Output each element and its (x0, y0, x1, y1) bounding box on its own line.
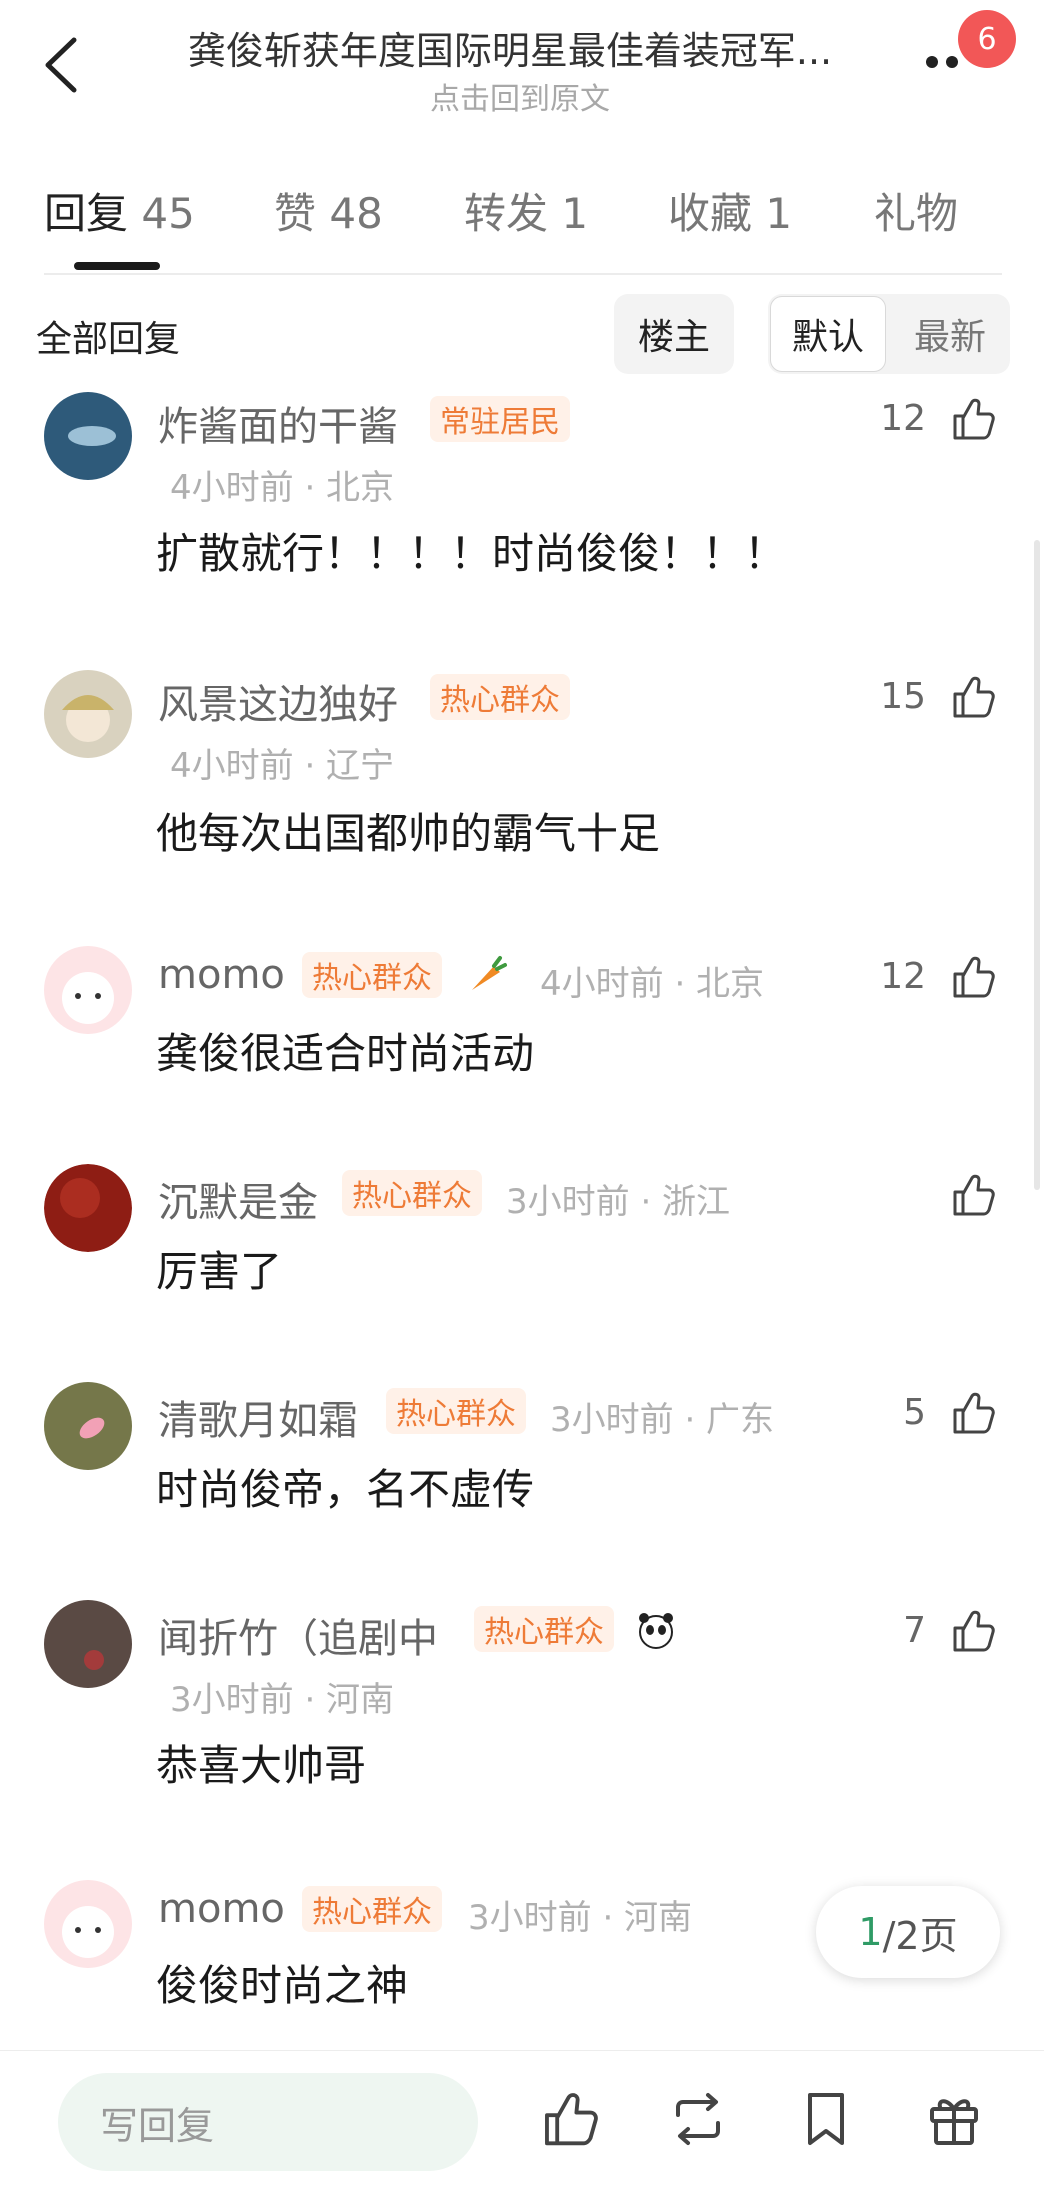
thumbs-up-icon[interactable] (948, 1606, 998, 1656)
tab-label: 转发 (464, 189, 549, 238)
like-count: 12 (880, 398, 926, 439)
repost-icon[interactable] (666, 2087, 730, 2151)
sort-latest-button[interactable]: 最新 (892, 296, 1008, 372)
user-tag: 热心群众 (302, 1886, 442, 1932)
tab-reposts[interactable]: 转发 1 (464, 180, 588, 241)
user-tag: 热心群众 (386, 1388, 526, 1434)
notification-badge[interactable]: 6 (958, 10, 1016, 68)
tab-count: 1 (765, 189, 793, 238)
comment-meta: 3小时前 · 浙江 (506, 1182, 731, 1222)
tab-label: 礼物 (874, 189, 959, 238)
avatar[interactable] (44, 1164, 132, 1252)
comment-text: 扩散就行！！！！时尚俊俊！！！ (156, 529, 787, 578)
tab-label: 收藏 (668, 189, 753, 238)
thumbs-up-icon[interactable] (948, 1388, 998, 1438)
comment-text: 时尚俊帝，名不虚传 (156, 1465, 535, 1514)
tab-likes[interactable]: 赞 48 (274, 180, 383, 241)
gift-icon[interactable] (922, 2087, 986, 2151)
like-count: 15 (880, 676, 926, 717)
comment-text: 俊俊时尚之神 (156, 1961, 409, 2010)
thumbs-up-icon[interactable] (948, 1170, 998, 1220)
commenter-name[interactable]: 闻折竹（追剧中 (158, 1606, 438, 1664)
top-nav-bar: 龚俊斩获年度国际明星最佳着装冠军... 点击回到原文 6 (0, 0, 1044, 120)
tab-replies[interactable]: 回复 45 (44, 180, 195, 241)
commenter-name[interactable]: 风景这边独好 (158, 672, 398, 730)
chevron-left-icon[interactable] (36, 30, 86, 100)
like-count: 5 (903, 1392, 926, 1433)
avatar[interactable] (44, 392, 132, 480)
divider (44, 273, 1002, 275)
sort-toggle: 默认 最新 (768, 294, 1010, 374)
thumbs-up-icon[interactable] (538, 2087, 602, 2151)
interaction-tabs: 回复 45 赞 48 转发 1 收藏 1 礼物 (0, 170, 1044, 280)
commenter-name[interactable]: momo (158, 1886, 285, 1932)
like-count: 12 (880, 956, 926, 997)
panda-icon (639, 1613, 673, 1649)
tab-favorites[interactable]: 收藏 1 (668, 180, 792, 241)
commenter-name[interactable]: 炸酱面的干酱 (158, 394, 398, 452)
comment-meta: 3小时前 · 河南 (170, 1680, 395, 1720)
avatar[interactable] (44, 1600, 132, 1688)
comment-meta: 3小时前 · 广东 (550, 1400, 775, 1440)
reply-input[interactable]: 写回复 (58, 2073, 478, 2171)
comment-meta: 4小时前 · 北京 (170, 468, 395, 508)
sort-default-button[interactable]: 默认 (770, 296, 886, 372)
bottom-action-bar: 写回复 (0, 2050, 1044, 2195)
bookmark-icon[interactable] (794, 2087, 858, 2151)
user-tag: 热心群众 (474, 1606, 614, 1652)
comment-text: 龚俊很适合时尚活动 (156, 1029, 535, 1078)
comment-meta: 3小时前 · 河南 (468, 1898, 693, 1938)
tab-label: 赞 (274, 189, 317, 238)
commenter-name[interactable]: 沉默是金 (158, 1170, 318, 1228)
avatar[interactable] (44, 1382, 132, 1470)
comment-meta: 4小时前 · 北京 (540, 964, 765, 1004)
like-count: 7 (903, 1610, 926, 1651)
user-tag: 热心群众 (302, 952, 442, 998)
thumbs-up-icon[interactable] (948, 952, 998, 1002)
current-page: 1 (858, 1910, 883, 1954)
user-tag: 热心群众 (342, 1170, 482, 1216)
comment-text: 厉害了 (156, 1247, 283, 1296)
avatar[interactable] (44, 670, 132, 758)
active-tab-indicator (74, 262, 160, 270)
comment-text: 恭喜大帅哥 (156, 1741, 367, 1790)
avatar[interactable] (44, 946, 132, 1034)
user-tag: 热心群众 (430, 674, 570, 720)
tab-gifts[interactable]: 礼物 (874, 180, 958, 241)
commenter-name[interactable]: momo (158, 952, 285, 998)
tab-count: 48 (329, 189, 383, 238)
commenter-name[interactable]: 清歌月如霜 (158, 1388, 358, 1446)
user-tag: 常驻居民 (430, 396, 570, 442)
scrollbar[interactable] (1034, 540, 1040, 1190)
back-to-original-link[interactable]: 点击回到原文 (330, 74, 710, 118)
all-replies-label: 全部回复 (36, 319, 181, 360)
post-title[interactable]: 龚俊斩获年度国际明星最佳着装冠军... (130, 20, 890, 75)
thumbs-up-icon[interactable] (948, 672, 998, 722)
comment-meta: 4小时前 · 辽宁 (170, 746, 395, 786)
avatar[interactable] (44, 1880, 132, 1968)
total-pages: /2页 (882, 1913, 958, 1958)
owner-only-button[interactable]: 楼主 (614, 294, 734, 374)
page-indicator[interactable]: 1 /2页 (816, 1886, 1000, 1978)
comment-text: 他每次出国都帅的霸气十足 (156, 809, 661, 858)
tab-count: 45 (141, 189, 195, 238)
thumbs-up-icon[interactable] (948, 394, 998, 444)
tab-label: 回复 (44, 189, 129, 238)
tab-count: 1 (561, 189, 589, 238)
carrot-icon (472, 956, 507, 990)
